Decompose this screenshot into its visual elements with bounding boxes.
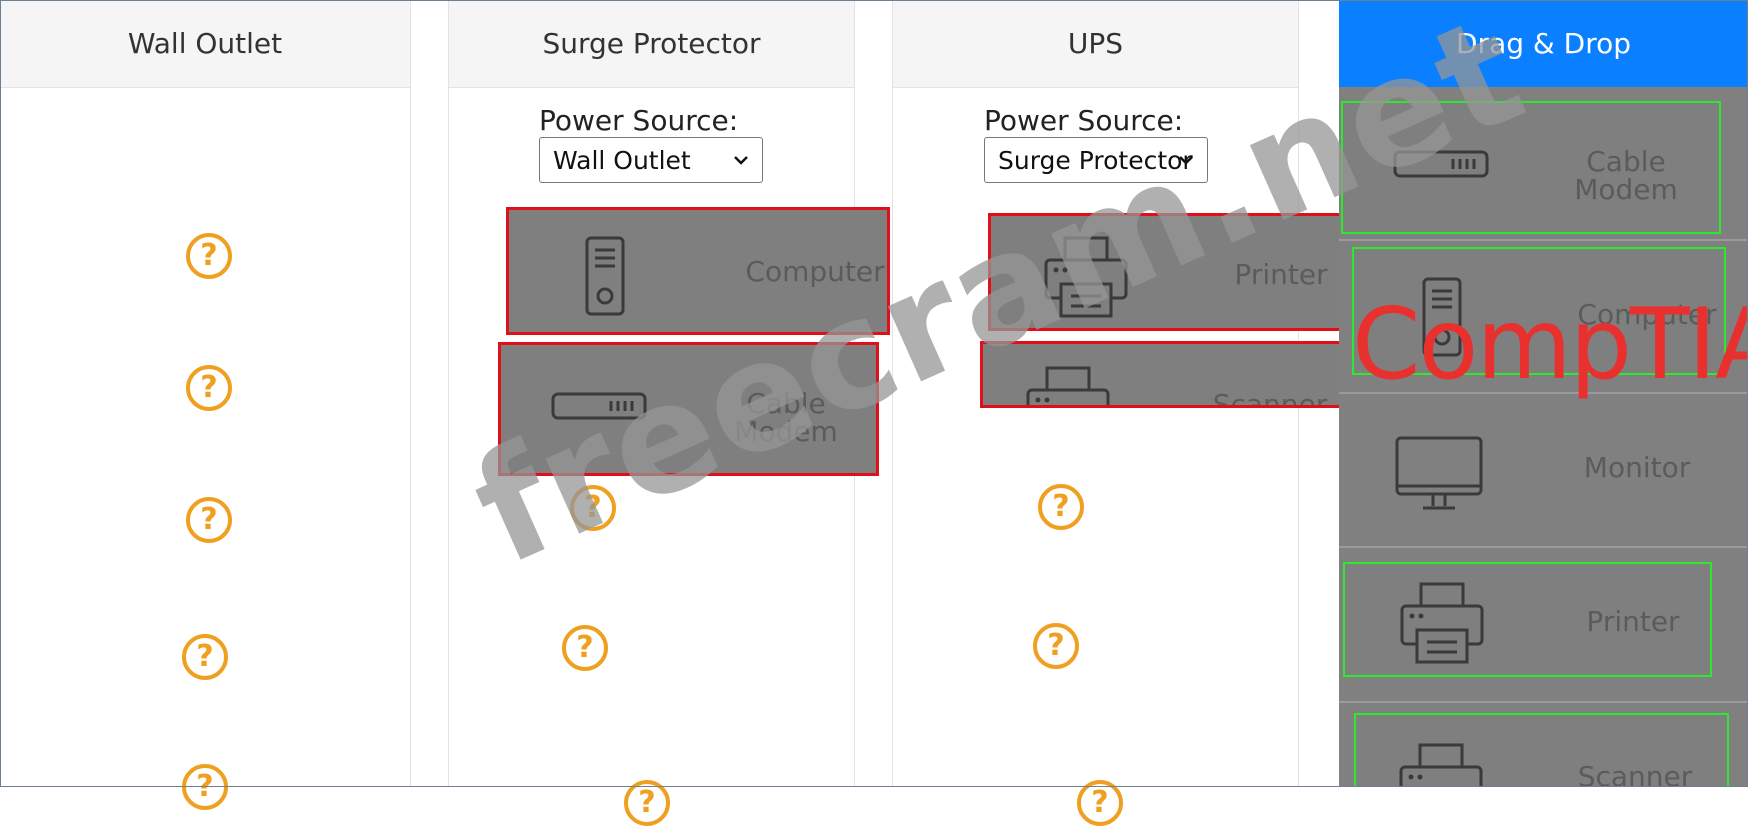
- computer-tower-icon: [1422, 277, 1462, 357]
- placed-card-printer[interactable]: Printer: [988, 213, 1357, 331]
- power-source-label: Power Source:: [539, 104, 739, 137]
- column-title-wall-outlet: Wall Outlet: [0, 0, 410, 88]
- printer-icon: [1044, 236, 1128, 318]
- cable-modem-icon: [1393, 150, 1489, 178]
- drag-item-cable-modem[interactable]: Cable Modem: [1341, 101, 1721, 234]
- drag-drop-title: Drag & Drop: [1339, 0, 1748, 87]
- power-source-select-value: Wall Outlet: [553, 145, 691, 175]
- card-label: Computer: [745, 255, 885, 288]
- placed-card-computer[interactable]: Computer: [506, 207, 890, 335]
- card-label: Cable Modem: [1574, 145, 1678, 206]
- power-source-select[interactable]: Wall Outlet: [539, 137, 763, 183]
- divider: [1339, 701, 1748, 703]
- scanner-icon: [1399, 743, 1483, 787]
- power-source-select[interactable]: Surge Protector: [984, 137, 1208, 183]
- drop-slot-question-icon[interactable]: ?: [182, 634, 228, 680]
- card-label: Scanner: [1577, 760, 1693, 788]
- drop-slot-question-icon[interactable]: ?: [186, 233, 232, 279]
- drop-slot-question-icon[interactable]: ?: [186, 497, 232, 543]
- monitor-icon: [1395, 436, 1483, 510]
- chevron-down-icon: [1179, 156, 1193, 165]
- scanner-icon: [1026, 366, 1110, 405]
- column-wall-outlet: Wall Outlet ? ? ? ? ?: [0, 0, 411, 810]
- card-label: Computer: [1577, 298, 1717, 331]
- divider: [1339, 392, 1748, 394]
- drag-item-monitor[interactable]: Monitor: [1339, 396, 1748, 544]
- power-source-select-value: Surge Protector: [998, 145, 1193, 175]
- placed-card-cable-modem[interactable]: Cable Modem: [498, 342, 879, 476]
- drop-slot-question-icon[interactable]: ?: [1033, 623, 1079, 669]
- card-label: Cable Modem: [734, 387, 838, 448]
- chevron-down-icon: [734, 156, 748, 165]
- drop-slot-question-icon[interactable]: ?: [1038, 484, 1084, 530]
- drag-item-printer[interactable]: Printer: [1343, 562, 1712, 677]
- card-label: Printer: [1586, 605, 1680, 638]
- printer-icon: [1400, 582, 1484, 664]
- divider: [1339, 239, 1748, 241]
- drop-slot-question-icon[interactable]: ?: [562, 625, 608, 671]
- drag-item-scanner[interactable]: Scanner: [1354, 713, 1729, 787]
- card-label: Printer: [1234, 258, 1328, 291]
- card-label: Scanner: [1212, 388, 1328, 408]
- drag-item-computer[interactable]: Computer: [1352, 247, 1726, 375]
- drop-slot-question-icon[interactable]: ?: [182, 764, 228, 810]
- placed-card-scanner[interactable]: Scanner: [980, 341, 1353, 408]
- cable-modem-icon: [551, 392, 647, 420]
- column-title-ups: UPS: [893, 0, 1298, 88]
- card-label: Monitor: [1583, 451, 1691, 484]
- power-source-label: Power Source:: [984, 104, 1184, 137]
- computer-tower-icon: [585, 236, 625, 316]
- drop-slot-question-icon[interactable]: ?: [186, 365, 232, 411]
- column-title-surge-protector: Surge Protector: [449, 0, 854, 88]
- drop-slot-question-icon[interactable]: ?: [570, 485, 616, 531]
- divider: [1339, 546, 1748, 548]
